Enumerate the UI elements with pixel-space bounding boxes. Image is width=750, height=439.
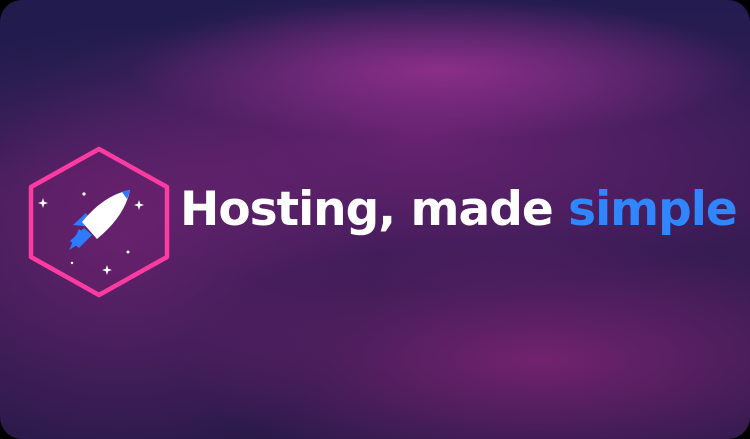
tagline-main: Hosting, made: [180, 182, 554, 237]
banner-card: Hosting, made simple: [0, 0, 750, 439]
tagline: Hosting, made simple: [180, 186, 738, 233]
rocket-hexagon-icon: [24, 145, 174, 299]
tagline-accent: simple: [568, 182, 738, 237]
logo-svg: [28, 146, 170, 298]
